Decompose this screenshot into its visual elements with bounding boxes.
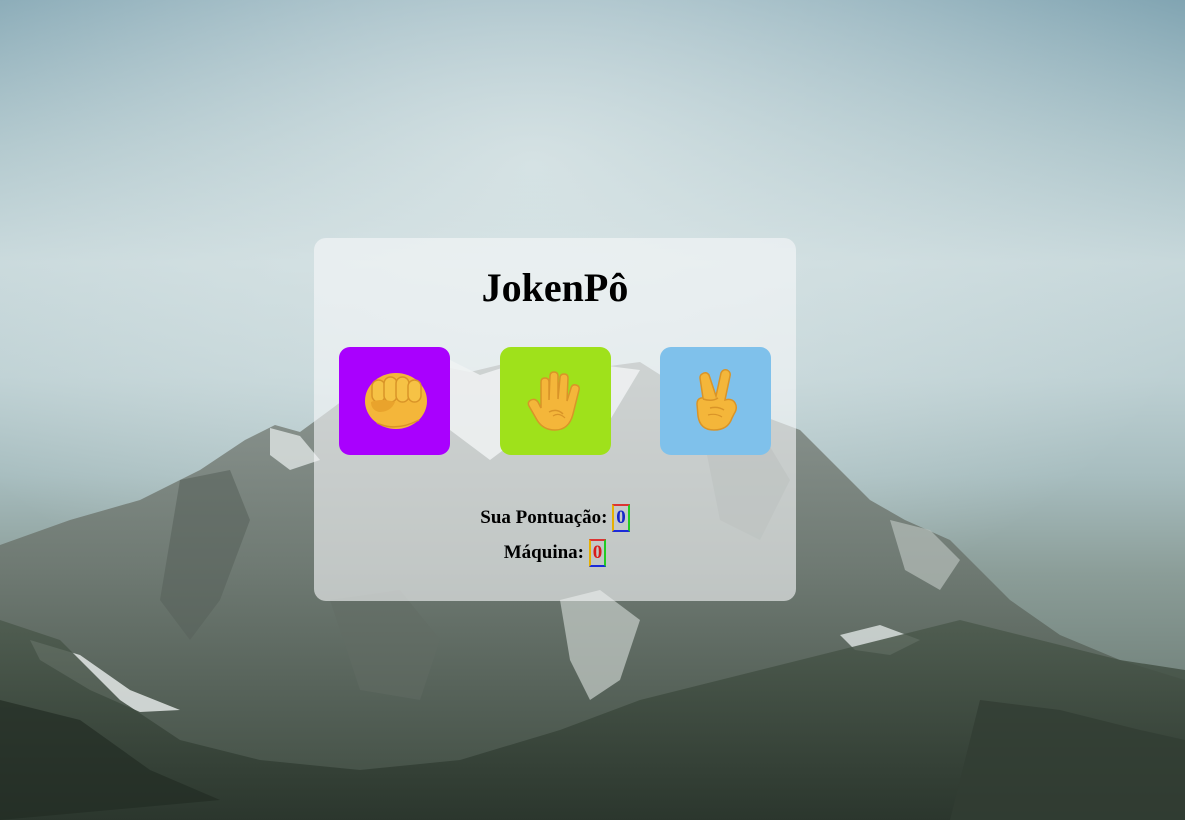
user-score-label: Sua Pontuação:	[480, 507, 608, 528]
machine-score-line: Máquina: 0	[314, 539, 796, 567]
machine-score-value: 0	[588, 539, 607, 567]
game-title: JokenPô	[481, 265, 629, 310]
paper-button[interactable]	[500, 347, 611, 455]
game-card: JokenPô Sua Pontuação: 0 Máquina: 0	[314, 238, 796, 601]
user-score-line: Sua Pontuação: 0	[314, 504, 796, 532]
scissors-button[interactable]	[660, 347, 771, 455]
open-hand-icon	[523, 368, 589, 434]
user-score-value: 0	[612, 504, 630, 532]
fist-icon	[361, 368, 429, 434]
machine-score-label: Máquina:	[503, 542, 584, 563]
rock-button[interactable]	[339, 347, 450, 455]
victory-hand-icon	[688, 368, 744, 434]
